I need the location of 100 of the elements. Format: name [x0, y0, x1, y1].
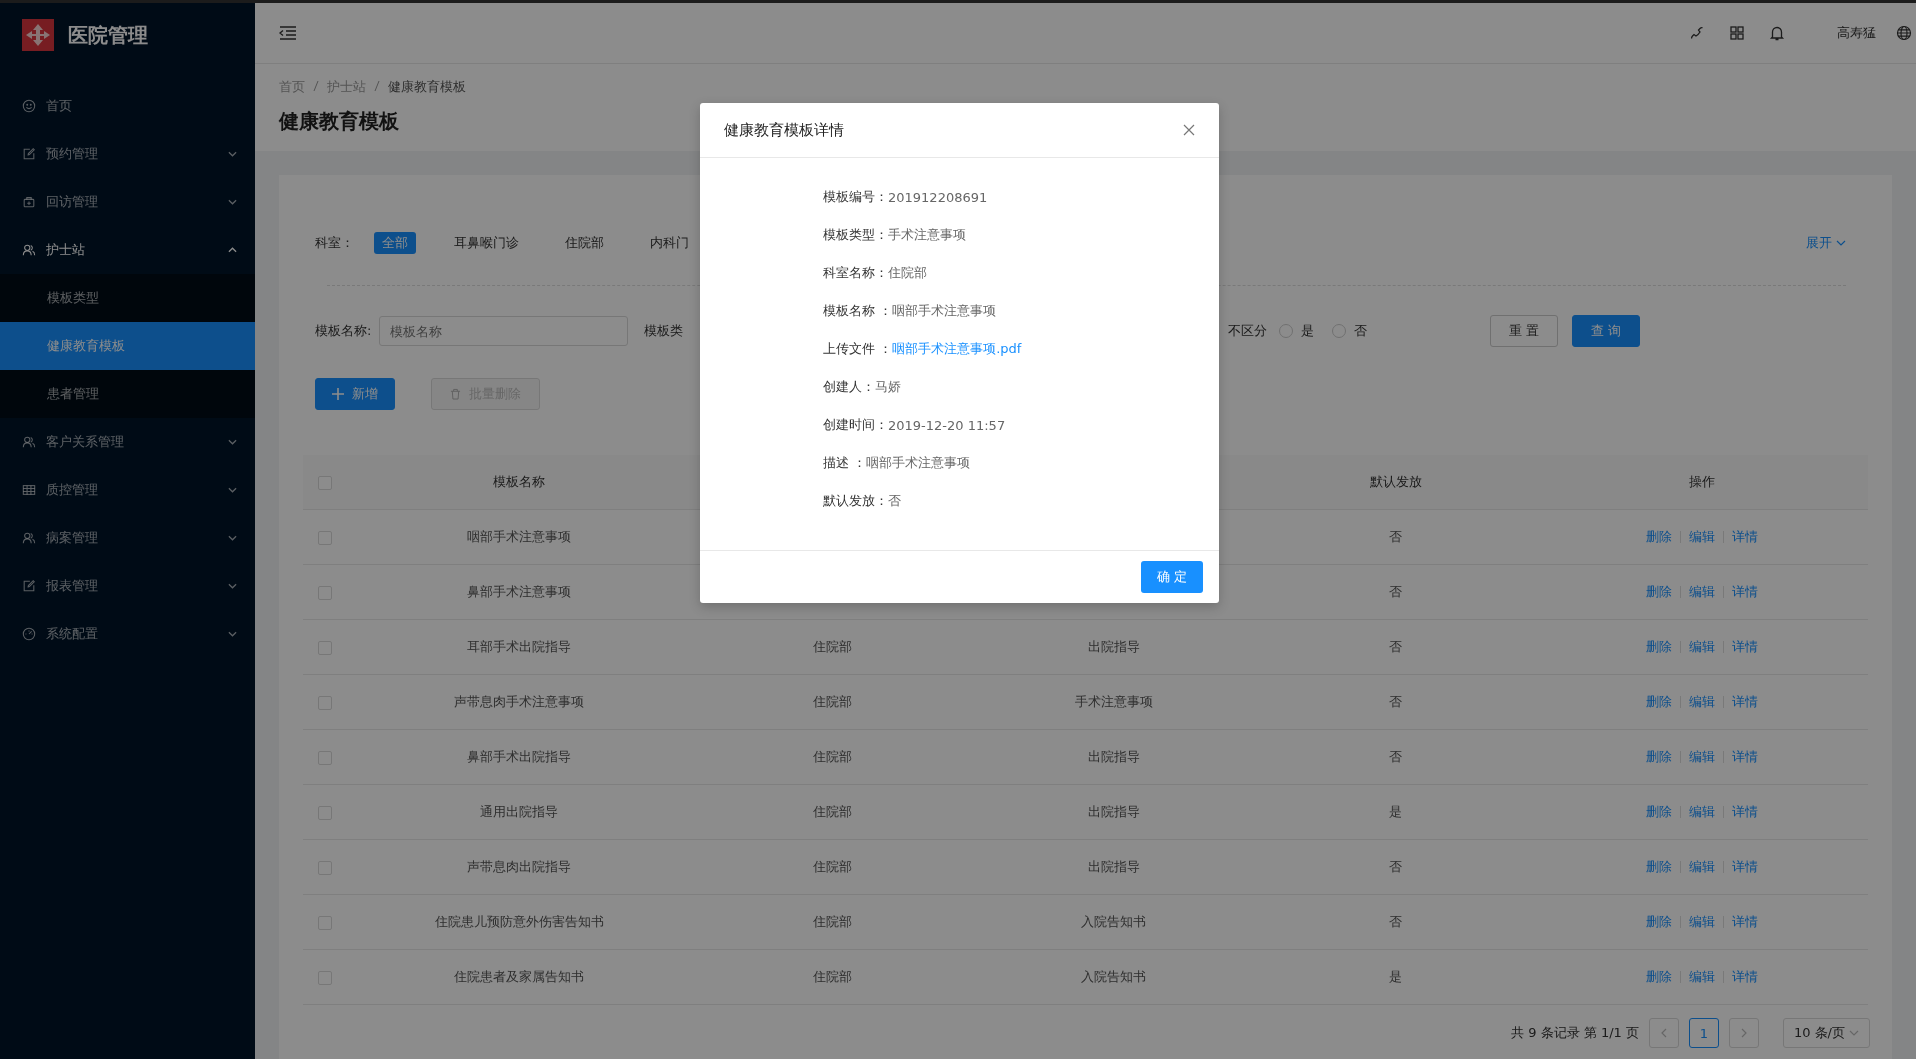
apps-icon[interactable] [1729, 25, 1745, 41]
table-cell: 手术注意事项 [1074, 694, 1153, 709]
department-tag[interactable]: 全部 [374, 232, 416, 254]
radio-option[interactable]: 否 [1331, 322, 1367, 340]
sidebar-item[interactable]: 报表管理 [0, 562, 255, 610]
field-label: 默认发放： [823, 492, 888, 510]
action-link[interactable]: 详情 [1732, 803, 1759, 821]
table-cell: 出院指导 [1087, 749, 1140, 764]
ok-button[interactable]: 确 定 [1140, 561, 1203, 593]
page-title: 健康教育模板 [279, 108, 399, 135]
field-value: 咽部手术注意事项 [866, 454, 971, 472]
sidebar-subitem[interactable]: 患者管理 [0, 370, 255, 418]
department-tag[interactable]: 住院部 [557, 232, 612, 254]
action-link[interactable]: 详情 [1732, 858, 1759, 876]
action-link[interactable]: 编辑 [1689, 803, 1716, 821]
field-label: 描述 ： [823, 454, 867, 472]
action-link[interactable]: 详情 [1732, 638, 1759, 656]
plus-icon [332, 388, 344, 400]
field-value: 住院部 [888, 264, 927, 282]
action-link[interactable]: 详情 [1732, 913, 1759, 931]
field-value: 2019-12-20 11:57 [888, 417, 1006, 433]
sidebar-item[interactable]: 客户关系管理 [0, 418, 255, 466]
table-cell: 住院患者及家属告知书 [454, 969, 585, 984]
action-link[interactable]: 详情 [1732, 968, 1759, 986]
sidebar-item[interactable]: 首页 [0, 82, 255, 130]
table-cell: 住院部 [812, 859, 852, 874]
filter-label: 科室： [315, 234, 354, 252]
action-link[interactable]: 删除 [1646, 858, 1673, 876]
breadcrumb-link[interactable]: 健康教育模板 [388, 78, 466, 96]
department-tag[interactable]: 耳鼻喉门诊 [446, 232, 527, 254]
file-link[interactable]: 咽部手术注意事项.pdf [892, 340, 1022, 358]
field-label: 创建人： [823, 378, 875, 396]
previous-page-button[interactable] [1648, 1018, 1679, 1048]
filter-label: 模板类 [644, 322, 684, 340]
action-link[interactable]: 编辑 [1689, 583, 1716, 601]
table-cell: 鼻部手术注意事项 [467, 584, 572, 599]
action-link[interactable]: 编辑 [1689, 968, 1716, 986]
add-button[interactable]: 新增 [315, 378, 395, 410]
radio-label[interactable]: 不区分 [1227, 322, 1267, 340]
field-value: 马娇 [875, 378, 901, 396]
sidebar-item[interactable]: 回访管理 [0, 178, 255, 226]
action-link[interactable]: 删除 [1646, 583, 1673, 601]
radio-option[interactable]: 是 [1278, 322, 1314, 340]
sidebar-item[interactable]: 病案管理 [0, 514, 255, 562]
bell-icon[interactable] [1769, 25, 1785, 41]
table-cell: 鼻部手术出院指导 [467, 749, 572, 764]
users-icon [22, 243, 36, 257]
action-link[interactable]: 详情 [1732, 748, 1759, 766]
dialog-title: 健康教育模板详情 [724, 120, 844, 140]
field-value: 咽部手术注意事项 [892, 302, 997, 320]
action-link[interactable]: 删除 [1646, 638, 1673, 656]
user-name[interactable]: 高寿猛 [1837, 24, 1876, 42]
table-cell: 声带息肉出院指导 [467, 859, 572, 874]
chevron-left-icon [1660, 1028, 1667, 1038]
table-cell: 否 [1389, 749, 1402, 764]
table-cell: 出院指导 [1087, 859, 1140, 874]
page-size-select[interactable]: 10 条/页 [1782, 1018, 1870, 1048]
field-value: 201912208691 [888, 189, 988, 205]
expand-link[interactable]: 展开 [1806, 234, 1846, 252]
action-link[interactable]: 编辑 [1689, 913, 1716, 931]
trash-icon [450, 388, 461, 400]
action-link[interactable]: 编辑 [1689, 528, 1716, 546]
action-link[interactable]: 详情 [1732, 528, 1759, 546]
next-page-button[interactable] [1728, 1018, 1759, 1048]
field-value: 手术注意事项 [888, 226, 966, 244]
menu-fold-icon[interactable] [279, 26, 297, 40]
globe-icon[interactable] [1896, 25, 1912, 41]
sidebar-subitem[interactable]: 模板类型 [0, 274, 255, 322]
reset-button[interactable]: 重 置 [1489, 315, 1558, 347]
action-link[interactable]: 删除 [1646, 748, 1673, 766]
field-label: 上传文件 ： [823, 340, 893, 358]
sidebar-item[interactable]: 预约管理 [0, 130, 255, 178]
action-link[interactable]: 编辑 [1689, 638, 1716, 656]
close-icon[interactable] [1183, 124, 1195, 136]
sidebar-item[interactable]: 质控管理 [0, 466, 255, 514]
table-cell: 是 [1389, 804, 1402, 819]
department-tag[interactable]: 内科门 [642, 232, 697, 254]
table-cell: 否 [1389, 639, 1402, 654]
action-link[interactable]: 详情 [1732, 693, 1759, 711]
filter-label: 模板名称: [315, 322, 372, 340]
action-link[interactable]: 删除 [1646, 528, 1673, 546]
table-cell: 声带息肉手术注意事项 [454, 694, 585, 709]
action-link[interactable]: 详情 [1732, 583, 1759, 601]
page-button[interactable]: 1 [1688, 1018, 1719, 1048]
action-link[interactable]: 删除 [1646, 803, 1673, 821]
sidebar-item[interactable]: 护士站 [0, 226, 255, 274]
action-link[interactable]: 编辑 [1689, 858, 1716, 876]
sidebar-subitem[interactable]: 健康教育模板 [0, 322, 255, 370]
action-link[interactable]: 删除 [1646, 913, 1673, 931]
table-cell: 否 [1389, 584, 1402, 599]
table-cell: 住院部 [812, 914, 852, 929]
action-link[interactable]: 编辑 [1689, 693, 1716, 711]
sidebar-item[interactable]: 系统配置 [0, 610, 255, 658]
action-link[interactable]: 编辑 [1689, 748, 1716, 766]
chevron-down-icon [1849, 1030, 1859, 1036]
template-name-field[interactable]: 模板名称 [379, 316, 629, 346]
search-button[interactable]: 查 询 [1571, 315, 1640, 347]
action-link[interactable]: 删除 [1646, 968, 1673, 986]
table-cell: 耳部手术出院指导 [467, 639, 572, 654]
action-link[interactable]: 删除 [1646, 693, 1673, 711]
